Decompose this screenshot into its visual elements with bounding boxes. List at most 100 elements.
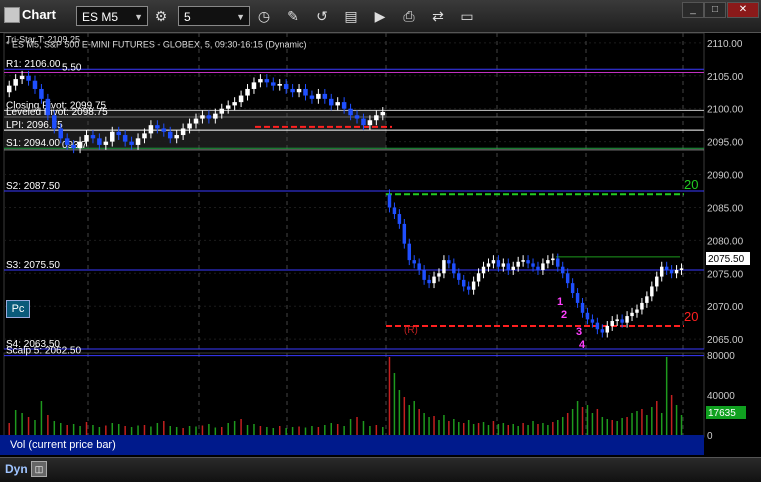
last-volume-value: 17635 (708, 408, 736, 419)
candle-body (26, 75, 31, 81)
candle-body (90, 135, 96, 139)
candle-body (97, 138, 102, 145)
clock-icon[interactable]: ◷ (253, 6, 275, 26)
candle-body (432, 276, 436, 284)
candle-body (491, 260, 496, 264)
price-tick-label: 2080.00 (707, 236, 744, 247)
candle-body (167, 131, 173, 139)
candle-body (148, 125, 154, 134)
dyn-label[interactable]: Dyn (5, 462, 28, 476)
candle-body (110, 131, 115, 142)
candle-body (341, 102, 347, 109)
interval-combo[interactable]: 5 ▼ (178, 6, 250, 26)
zoom-icon[interactable]: ◫ (31, 461, 47, 477)
price-chart[interactable]: 2110.00 2105.00 2100.00 2095.00 2090.00 2085.… (0, 33, 761, 481)
price-tick-label: 2100.00 (707, 105, 744, 116)
candle-body (531, 263, 535, 267)
candle-body (283, 84, 289, 89)
count-3-label: 3 (576, 326, 582, 338)
chart-window-icon (4, 7, 20, 23)
close-button[interactable]: ✕ (727, 2, 759, 18)
candle-body (447, 260, 451, 264)
price-tick-label: 2110.00 (707, 39, 743, 50)
candle-body (635, 309, 639, 313)
candle-body (580, 302, 585, 313)
candle-body (6, 85, 12, 93)
indicator-icon[interactable]: ↺ (311, 6, 333, 26)
candle-body (348, 108, 353, 116)
candle-body (19, 75, 25, 80)
data-icon[interactable]: ▤ (340, 6, 362, 26)
candle-body (402, 223, 407, 244)
chevron-down-icon: ▼ (134, 12, 143, 22)
red-20-label: 20 (684, 309, 698, 324)
candle-body (45, 98, 51, 116)
candle-body (225, 105, 231, 109)
chevron-down-icon: ▼ (236, 12, 245, 22)
candle-body (452, 263, 456, 274)
candle-body (620, 319, 624, 323)
candle-body (155, 125, 160, 129)
candle-body (664, 266, 669, 270)
price-tick-label: 2070.00 (707, 302, 744, 313)
candle-body (193, 118, 199, 124)
candle-body (129, 141, 134, 145)
candle-body (180, 128, 186, 136)
candle-body (526, 260, 530, 264)
candle-body (486, 263, 491, 267)
settings-gear-icon[interactable]: ⚙ (150, 6, 172, 26)
candle-body (615, 319, 619, 322)
candle-body (471, 281, 476, 290)
pencil-icon[interactable]: ✎ (282, 6, 304, 26)
candle-body (541, 263, 545, 270)
candle-body (679, 268, 684, 270)
candle-body (316, 93, 321, 99)
play-icon[interactable]: ▶ (369, 6, 391, 26)
price-tick-label: 2095.00 (707, 138, 744, 149)
candle-body (232, 102, 237, 106)
candle-body (565, 273, 570, 284)
candle-body (610, 321, 614, 326)
candle-body (630, 312, 634, 317)
candle-body (506, 263, 511, 270)
candle-body (427, 279, 431, 284)
comment-icon[interactable]: ▭ (456, 6, 478, 26)
chart-description: * ES M5, S&P 500 E-MINI FUTURES - GLOBEX… (6, 39, 306, 49)
candle-body (590, 319, 595, 323)
candle-body (645, 296, 649, 303)
link-icon[interactable]: ⇄ (427, 6, 449, 26)
candle-body (457, 273, 461, 280)
candle-body (309, 95, 315, 99)
minimize-button[interactable]: _ (682, 2, 704, 18)
candle-body (277, 84, 282, 86)
candle-body (442, 260, 446, 274)
time-axis-bar: Dyn ◫ (0, 457, 761, 482)
candle-body (116, 131, 121, 136)
count-2-label: 2 (561, 309, 567, 321)
candle-body (556, 258, 560, 267)
candle-body (521, 260, 525, 262)
candle-body (329, 98, 334, 106)
interval-value: 5 (184, 10, 191, 24)
symbol-combo[interactable]: ES M5 ▼ (76, 6, 148, 26)
pc-badge[interactable]: Pc (6, 300, 30, 318)
candle-body (397, 214, 402, 224)
candle-body (650, 286, 654, 297)
price-tick-label: 2085.00 (707, 203, 744, 214)
candle-body (303, 88, 308, 96)
print-icon[interactable]: ⎙ (398, 6, 420, 26)
maximize-button[interactable]: □ (704, 2, 726, 18)
candle-body (546, 260, 550, 264)
candle-body (13, 79, 18, 86)
candle-body (271, 82, 276, 86)
candle-body (585, 312, 590, 320)
candle-body (135, 138, 141, 145)
price-tick-label: 2075.00 (707, 269, 744, 280)
candle-body (213, 113, 218, 119)
price-tick-label: 2105.00 (707, 72, 744, 83)
candle-body (496, 260, 501, 267)
candle-body (412, 260, 416, 264)
candle-body (64, 138, 70, 145)
candle-body (674, 270, 679, 274)
candle-body (570, 283, 575, 294)
